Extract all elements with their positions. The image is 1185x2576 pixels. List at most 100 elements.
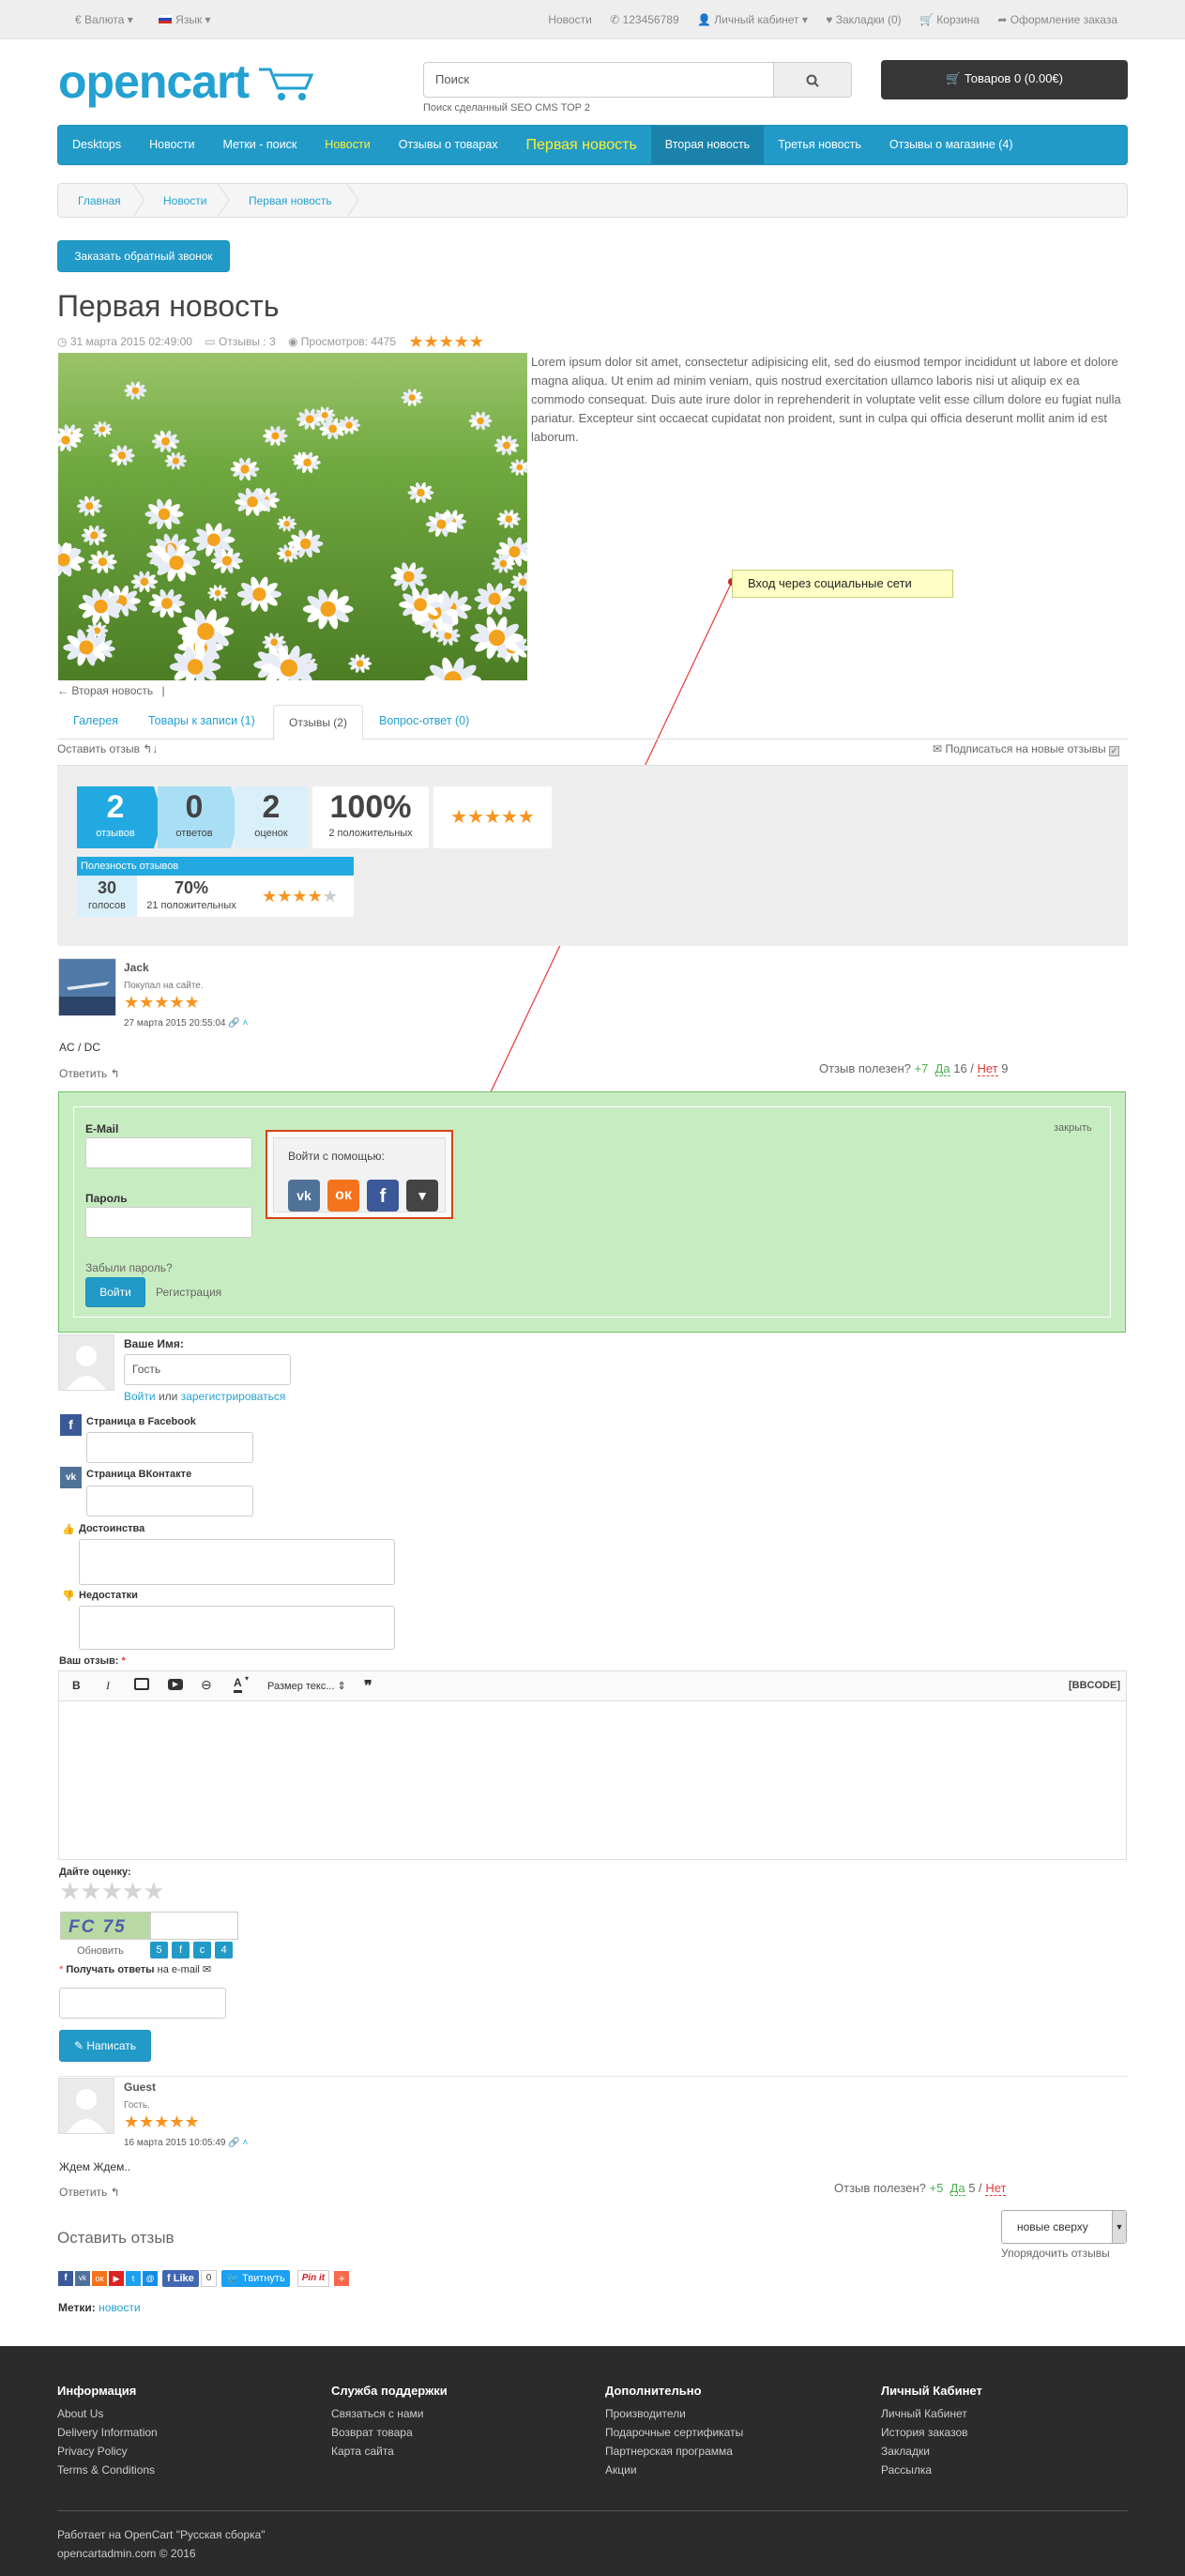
captcha-key[interactable]: 5 [150, 1942, 168, 1959]
register-link[interactable]: Регистрация [156, 1286, 221, 1299]
bbcode-toggle[interactable]: [BBCODE] [1069, 1680, 1120, 1691]
link-icon[interactable]: 🔗 ˄ [228, 1018, 248, 1029]
tab-gallery[interactable]: Галерея [73, 714, 118, 727]
italic-icon[interactable]: I [106, 1679, 110, 1693]
login-button[interactable]: Войти [85, 1277, 145, 1307]
callback-button[interactable]: Заказать обратный звонок [57, 240, 230, 272]
language-dropdown[interactable]: Язык ▾ [159, 13, 211, 26]
tab-products[interactable]: Товары к записи (1) [148, 714, 255, 727]
menu-item-third-news[interactable]: Третья новость [764, 126, 875, 164]
top-link-news[interactable]: Новости [548, 13, 591, 26]
tag-link[interactable]: новости [99, 2301, 140, 2314]
helpful-yes[interactable]: Да [950, 2181, 965, 2196]
reply-link[interactable]: Ответить ↰ [59, 1067, 120, 1080]
email-field[interactable] [85, 1137, 252, 1168]
menu-item-desktops[interactable]: Desktops [58, 126, 135, 164]
menu-item-tags-search[interactable]: Метки - поиск [209, 126, 311, 164]
password-field[interactable] [85, 1207, 252, 1238]
breadcrumb-current[interactable]: Первая новость [249, 194, 332, 207]
footer-link[interactable]: История заказов [881, 2423, 968, 2442]
forgot-password-link[interactable]: Забыли пароль? [85, 1261, 173, 1274]
footer-link[interactable]: Рассылка [881, 2461, 968, 2479]
footer-link[interactable]: Личный Кабинет [881, 2404, 968, 2423]
image-icon[interactable] [134, 1678, 149, 1690]
leave-review-heading[interactable]: Оставить отзыв [57, 2229, 175, 2248]
font-size-select[interactable]: Размер текс... ⇕ [267, 1680, 346, 1692]
review-editor[interactable]: B I ▶ ⊖ A ▾ Размер текс... ⇕ ❞ [BBCODE] [58, 1670, 1127, 1860]
footer-link[interactable]: Акции [605, 2461, 743, 2479]
footer-link[interactable]: Возврат товара [331, 2423, 423, 2442]
video-icon[interactable]: ▶ [168, 1679, 183, 1690]
twitter-share-icon[interactable]: t [126, 2271, 141, 2286]
vk-login-button[interactable]: vk [288, 1180, 320, 1212]
store-logo[interactable]: opencart [58, 55, 321, 111]
pros-field[interactable] [79, 1539, 395, 1585]
ok-share-icon[interactable]: ок [92, 2271, 107, 2286]
article-image[interactable] [58, 353, 527, 680]
footer-link[interactable]: Партнерская программа [605, 2442, 743, 2461]
youtube-share-icon[interactable]: ▶ [109, 2271, 124, 2286]
form-login-link[interactable]: Войти [124, 1390, 156, 1403]
pinit-button[interactable]: Pin it [296, 2270, 330, 2287]
helpful-no[interactable]: Нет [985, 2181, 1007, 2196]
mail-share-icon[interactable]: @ [143, 2271, 158, 2286]
captcha-key[interactable]: c [193, 1942, 211, 1959]
notify-email-field[interactable] [59, 1988, 226, 2019]
cart-button[interactable]: 🛒 Товаров 0 (0.00€) [881, 60, 1128, 99]
prev-article-link[interactable]: ← Вторая новость [57, 684, 153, 697]
quote-icon[interactable]: ❞ [364, 1677, 372, 1696]
search-button[interactable] [773, 62, 852, 98]
helpful-no[interactable]: Нет [977, 1061, 998, 1076]
footer-link[interactable]: Связаться с нами [331, 2404, 423, 2423]
footer-link[interactable]: Закладки [881, 2442, 968, 2461]
vk-page-field[interactable] [86, 1486, 253, 1517]
helpful-yes[interactable]: Да [934, 1061, 950, 1076]
menu-item-second-news[interactable]: Вторая новость [650, 126, 765, 164]
currency-dropdown[interactable]: € Валюта ▾ [75, 13, 133, 26]
footer-link[interactable]: Подарочные сертификаты [605, 2423, 743, 2442]
menu-item-product-reviews[interactable]: Отзывы о товарах [385, 126, 512, 164]
link-icon[interactable]: 🔗 ˄ [228, 2138, 248, 2148]
top-link-wishlist[interactable]: ♥ Закладки (0) [826, 13, 901, 26]
close-link[interactable]: закрыть [1054, 1122, 1092, 1134]
cons-field[interactable] [79, 1606, 395, 1650]
sort-select[interactable]: новые сверху ▼ [1001, 2210, 1127, 2244]
submit-review-button[interactable]: ✎ Написать [59, 2030, 151, 2062]
form-register-link[interactable]: зарегистрироваться [181, 1390, 286, 1403]
top-link-phone[interactable]: ✆ 123456789 [610, 13, 678, 26]
footer-link[interactable]: Производители [605, 2404, 743, 2423]
facebook-share-icon[interactable]: f [58, 2271, 73, 2286]
menu-item-first-news[interactable]: Первая новость [512, 126, 651, 164]
footer-link[interactable]: Terms & Conditions [57, 2461, 158, 2479]
captcha-field[interactable] [150, 1912, 238, 1940]
subscribe-link[interactable]: ✉ Подписаться на новые отзывы ✓ [933, 742, 1119, 756]
top-link-checkout[interactable]: ➦ Оформление заказа [997, 13, 1117, 26]
name-field[interactable]: Гость [124, 1354, 291, 1385]
subscribe-checkbox[interactable]: ✓ [1109, 746, 1119, 756]
captcha-key[interactable]: 4 [215, 1942, 233, 1959]
tab-qa[interactable]: Вопрос-ответ (0) [379, 714, 469, 727]
top-link-cart[interactable]: 🛒 Корзина [919, 13, 980, 26]
footer-link[interactable]: Delivery Information [57, 2423, 158, 2442]
breadcrumb-news[interactable]: Новости [163, 194, 206, 207]
link-icon[interactable]: ⊖ [201, 1677, 212, 1693]
facebook-page-field[interactable] [86, 1432, 253, 1463]
footer-link[interactable]: Privacy Policy [57, 2442, 158, 2461]
search-input[interactable]: Поиск [423, 62, 774, 98]
menu-item-news[interactable]: Новости [135, 126, 208, 164]
rating-input[interactable]: ★★★★★ [59, 1877, 165, 1906]
footer-link[interactable]: About Us [57, 2404, 158, 2423]
breadcrumb-home[interactable]: Главная [78, 194, 121, 207]
top-link-account[interactable]: 👤 Личный кабинет ▾ [697, 13, 808, 26]
more-login-button[interactable]: ▼ [406, 1180, 438, 1212]
captcha-refresh[interactable]: Обновить [77, 1945, 124, 1957]
captcha-key[interactable]: f [172, 1942, 190, 1959]
menu-item-store-reviews[interactable]: Отзывы о магазине (4) [875, 126, 1027, 164]
tab-reviews[interactable]: Отзывы (2) [273, 705, 363, 740]
vk-share-icon[interactable]: vk [75, 2271, 90, 2286]
reply-link[interactable]: Ответить ↰ [59, 2186, 120, 2199]
plus-share-icon[interactable]: + [334, 2271, 350, 2286]
text-color-icon[interactable]: A [234, 1675, 242, 1693]
bold-icon[interactable]: B [72, 1679, 81, 1692]
seo-search-link[interactable]: Поиск сделанный SEO CMS TOP 2 [423, 102, 590, 114]
